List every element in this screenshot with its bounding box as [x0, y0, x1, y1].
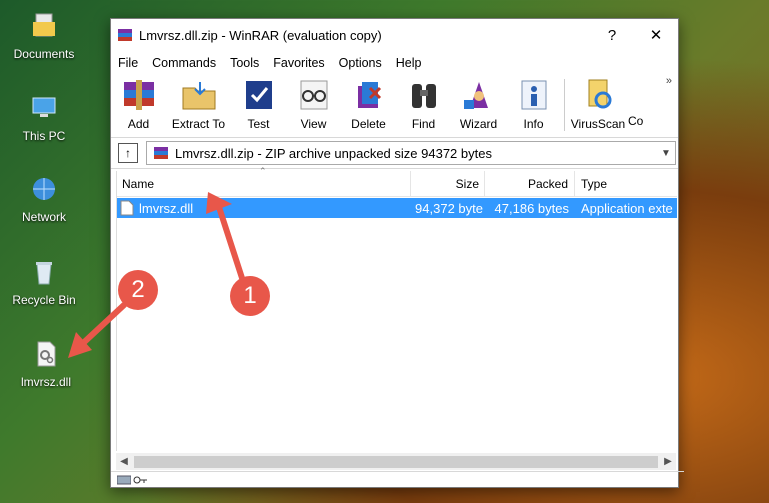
- annotation-arrows: [68, 192, 245, 358]
- callout-badge-2: 2: [118, 270, 158, 310]
- callout-badge-1: 1: [230, 276, 270, 316]
